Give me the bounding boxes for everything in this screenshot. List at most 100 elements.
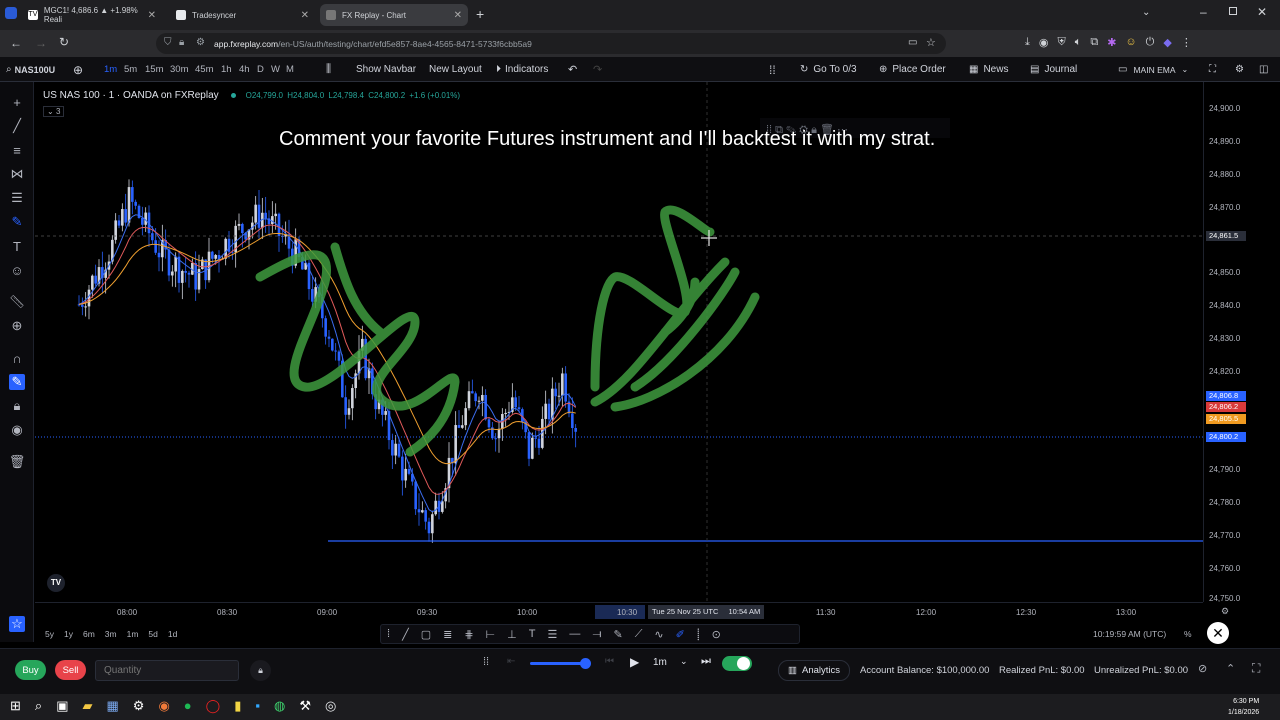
- lines-tool-icon[interactable]: ☰: [547, 628, 557, 641]
- projection-icon[interactable]: ☰: [9, 190, 25, 206]
- range-3m[interactable]: 3m: [105, 629, 117, 639]
- url-input[interactable]: ⛉ 🔒︎ ⚙ app.fxreplay.com/en-US/auth/testi…: [156, 33, 946, 54]
- range-1y[interactable]: 1y: [64, 629, 73, 639]
- chevron-down-icon[interactable]: ⌄: [680, 656, 688, 667]
- lock-order-icon[interactable]: 🔒︎: [250, 660, 271, 681]
- spotify-icon[interactable]: ●: [184, 698, 192, 714]
- pen-tool-icon[interactable]: ✎: [613, 628, 622, 641]
- go-to-button[interactable]: ↻ Go To 0/3: [800, 57, 857, 82]
- redo-icon[interactable]: ↷: [593, 57, 602, 82]
- journal-button[interactable]: ▤ Journal: [1030, 57, 1077, 82]
- lock-icon[interactable]: 🔒︎: [179, 37, 184, 48]
- chart-canvas[interactable]: ⁞⁞ ⧉ ✎ ⚙ 🔒︎ 🗑︎ ⋯: [35, 82, 1203, 602]
- fib-tool-icon[interactable]: ≣: [443, 628, 452, 641]
- quantity-input[interactable]: [95, 660, 239, 681]
- add-symbol-button[interactable]: ⊕: [73, 57, 83, 82]
- sell-button[interactable]: Sell: [55, 660, 86, 680]
- rect-tool-icon[interactable]: ▢: [421, 628, 431, 641]
- browser-menu-icon[interactable]: [5, 7, 17, 19]
- range-5d[interactable]: 5d: [148, 629, 157, 639]
- lock-icon[interactable]: 🔒︎: [9, 398, 25, 414]
- highlighter-tool-icon[interactable]: ✐: [676, 628, 685, 641]
- ruler-icon[interactable]: 📏︎: [9, 294, 26, 310]
- jump-back-icon[interactable]: ⇤: [507, 656, 515, 667]
- range-1m[interactable]: 1m: [127, 629, 139, 639]
- drag-handle-icon[interactable]: ⁞: [387, 628, 390, 640]
- settings-icon[interactable]: ⚙: [1235, 57, 1244, 82]
- price-axis[interactable]: 24,900.0 24,890.0 24,880.0 24,870.0 24,8…: [1203, 82, 1280, 603]
- puzzle-icon[interactable]: ⧉: [1090, 36, 1098, 49]
- range-5y[interactable]: 5y: [45, 629, 54, 639]
- replay-speed[interactable]: 1m: [653, 657, 667, 668]
- minimize-icon[interactable]: –: [1200, 5, 1207, 19]
- tf-30m[interactable]: 30m: [170, 64, 188, 75]
- chevron-down-icon[interactable]: ⌄: [1142, 7, 1150, 18]
- time-axis[interactable]: 08:00 08:30 09:00 09:30 10:00 10:30 Tue …: [35, 602, 1229, 620]
- opera-icon[interactable]: ◯: [206, 698, 221, 714]
- channel-tool-icon[interactable]: ⋕: [464, 628, 473, 641]
- chart-title[interactable]: US NAS 100 · 1 · OANDA on FXReplay: [43, 90, 219, 101]
- emoji-icon[interactable]: ☺: [9, 262, 25, 278]
- hide-icon[interactable]: ⊘: [1198, 662, 1207, 675]
- eye-icon[interactable]: ◉: [9, 422, 25, 438]
- fullscreen-icon[interactable]: ⛶: [1209, 57, 1216, 82]
- grid-menu-icon[interactable]: ⁞⁞: [769, 57, 776, 82]
- line-tool-icon[interactable]: ╱: [402, 628, 409, 641]
- anchor-tool-icon[interactable]: ⊥: [507, 628, 517, 641]
- tf-4h[interactable]: 4h: [239, 64, 250, 75]
- extension-icon[interactable]: ◉: [1039, 36, 1049, 49]
- new-tab-button[interactable]: +: [476, 6, 484, 22]
- task-view-icon[interactable]: ▣: [56, 698, 68, 714]
- magnet-icon[interactable]: ∩: [9, 350, 25, 366]
- place-order-button[interactable]: ⊕ Place Order: [879, 57, 946, 82]
- more-tools-icon[interactable]: ⊙: [712, 628, 721, 641]
- notes-icon[interactable]: ▮: [234, 698, 241, 714]
- screenshot-icon[interactable]: ▭: [908, 37, 917, 48]
- close-icon[interactable]: ✕: [301, 10, 309, 21]
- green-app-icon[interactable]: ◍: [274, 698, 285, 714]
- download-icon[interactable]: ⤓: [1025, 36, 1030, 49]
- range-tool-icon[interactable]: ⊢: [486, 628, 496, 641]
- close-icon[interactable]: ✕: [454, 10, 462, 21]
- reload-icon[interactable]: ↻: [59, 35, 69, 49]
- chrome-icon[interactable]: ◎: [325, 698, 336, 714]
- analytics-button[interactable]: ▥ Analytics: [778, 660, 850, 681]
- news-button[interactable]: ▦ News: [969, 57, 1008, 82]
- range-1d[interactable]: 1d: [168, 629, 177, 639]
- tf-1h[interactable]: 1h: [221, 64, 232, 75]
- emoji-icon[interactable]: ☺: [1125, 36, 1136, 49]
- step-forward-icon[interactable]: ⏭: [701, 655, 711, 668]
- tf-w[interactable]: W: [271, 64, 280, 75]
- expand-icon[interactable]: ⛶: [1252, 661, 1260, 676]
- new-layout-button[interactable]: New Layout: [429, 57, 482, 82]
- site-settings-icon[interactable]: ⚙: [196, 37, 205, 48]
- brush-icon[interactable]: ✎: [9, 214, 25, 230]
- close-window-icon[interactable]: ✕: [1257, 5, 1267, 19]
- vline-tool-icon[interactable]: ⸽: [697, 627, 700, 642]
- trash-icon[interactable]: 🗑︎: [9, 454, 26, 470]
- utc-clock[interactable]: 10:19:59 AM (UTC): [1093, 629, 1166, 639]
- pattern-icon[interactable]: ⋈: [9, 166, 25, 182]
- tf-d[interactable]: D: [257, 64, 264, 75]
- tf-15m[interactable]: 15m: [145, 64, 163, 75]
- tf-m[interactable]: M: [286, 64, 294, 75]
- windows-start-icon[interactable]: ⊞: [10, 698, 21, 714]
- percent-toggle[interactable]: %: [1184, 629, 1192, 639]
- ray-tool-icon[interactable]: ⟞: [592, 628, 601, 641]
- speaker-icon[interactable]: 🔈︎: [1075, 36, 1082, 49]
- tf-1m[interactable]: 1m: [104, 64, 117, 75]
- zoom-icon[interactable]: ⊕: [9, 318, 25, 334]
- close-replay-icon[interactable]: ✕: [1207, 622, 1229, 644]
- layout-selector[interactable]: ▭ MAIN EMA ⌄: [1118, 57, 1188, 82]
- hline-tool-icon[interactable]: —: [569, 628, 580, 640]
- menu-dots-icon[interactable]: ⋮: [1181, 36, 1192, 49]
- axis-settings-icon[interactable]: ⚙: [1221, 606, 1229, 617]
- speed-slider-handle[interactable]: [580, 658, 591, 669]
- app-icon[interactable]: ⚙: [133, 698, 145, 714]
- tf-5m[interactable]: 5m: [124, 64, 137, 75]
- close-icon[interactable]: ✕: [148, 10, 156, 21]
- crosshair-icon[interactable]: +: [9, 94, 25, 110]
- step-back-icon[interactable]: ⏮: [605, 656, 614, 667]
- forward-icon[interactable]: →: [35, 36, 47, 50]
- path-tool-icon[interactable]: ∿: [654, 628, 663, 641]
